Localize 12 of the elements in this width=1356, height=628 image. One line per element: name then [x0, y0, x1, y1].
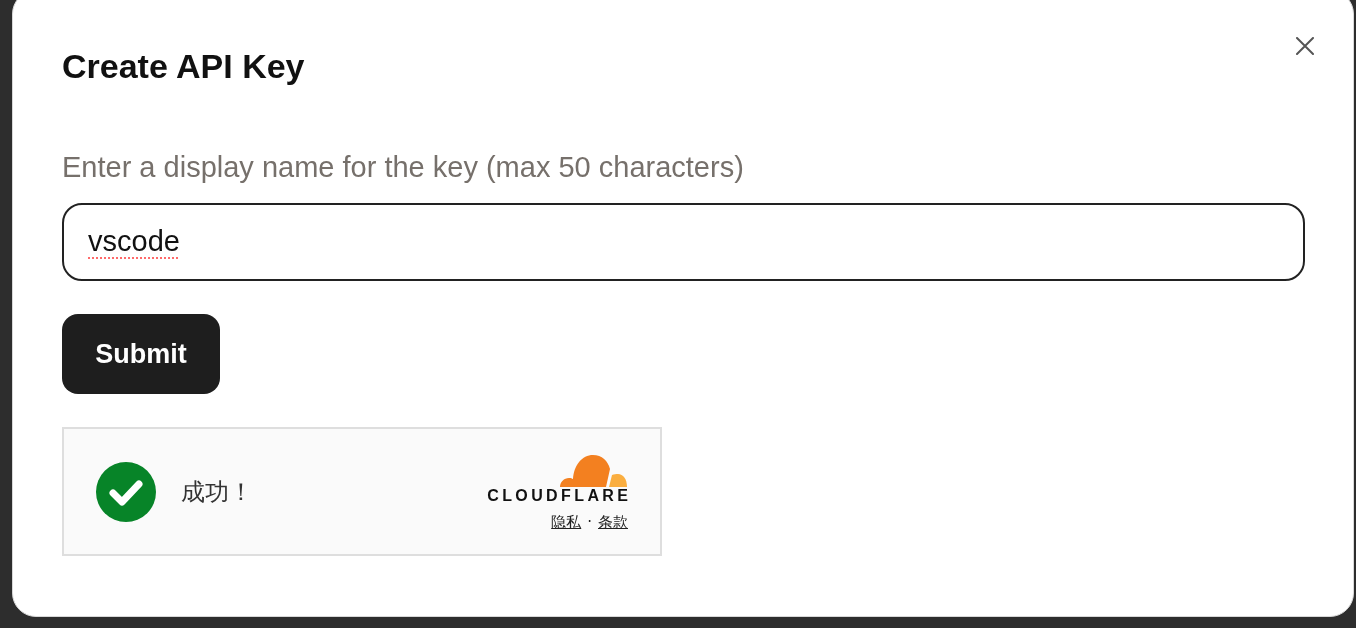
brand-wordmark: CLOUDFLARE [487, 487, 632, 504]
footer-link[interactable]: 隐私 [551, 512, 582, 531]
close-button[interactable] [1293, 34, 1317, 58]
close-icon [1296, 37, 1314, 55]
dialog-title: Create API Key [62, 46, 305, 86]
separator-dot: · [587, 512, 592, 531]
name-input-field[interactable]: vscode [62, 203, 1305, 281]
footer-link[interactable]: 条款 [598, 512, 628, 531]
submit-button[interactable]: Submit [62, 314, 220, 394]
status-text: 成功！ [181, 476, 253, 508]
field-label: Enter a display name for the key (max 50 characters) [62, 150, 745, 185]
cloud-logo-icon [558, 452, 628, 487]
